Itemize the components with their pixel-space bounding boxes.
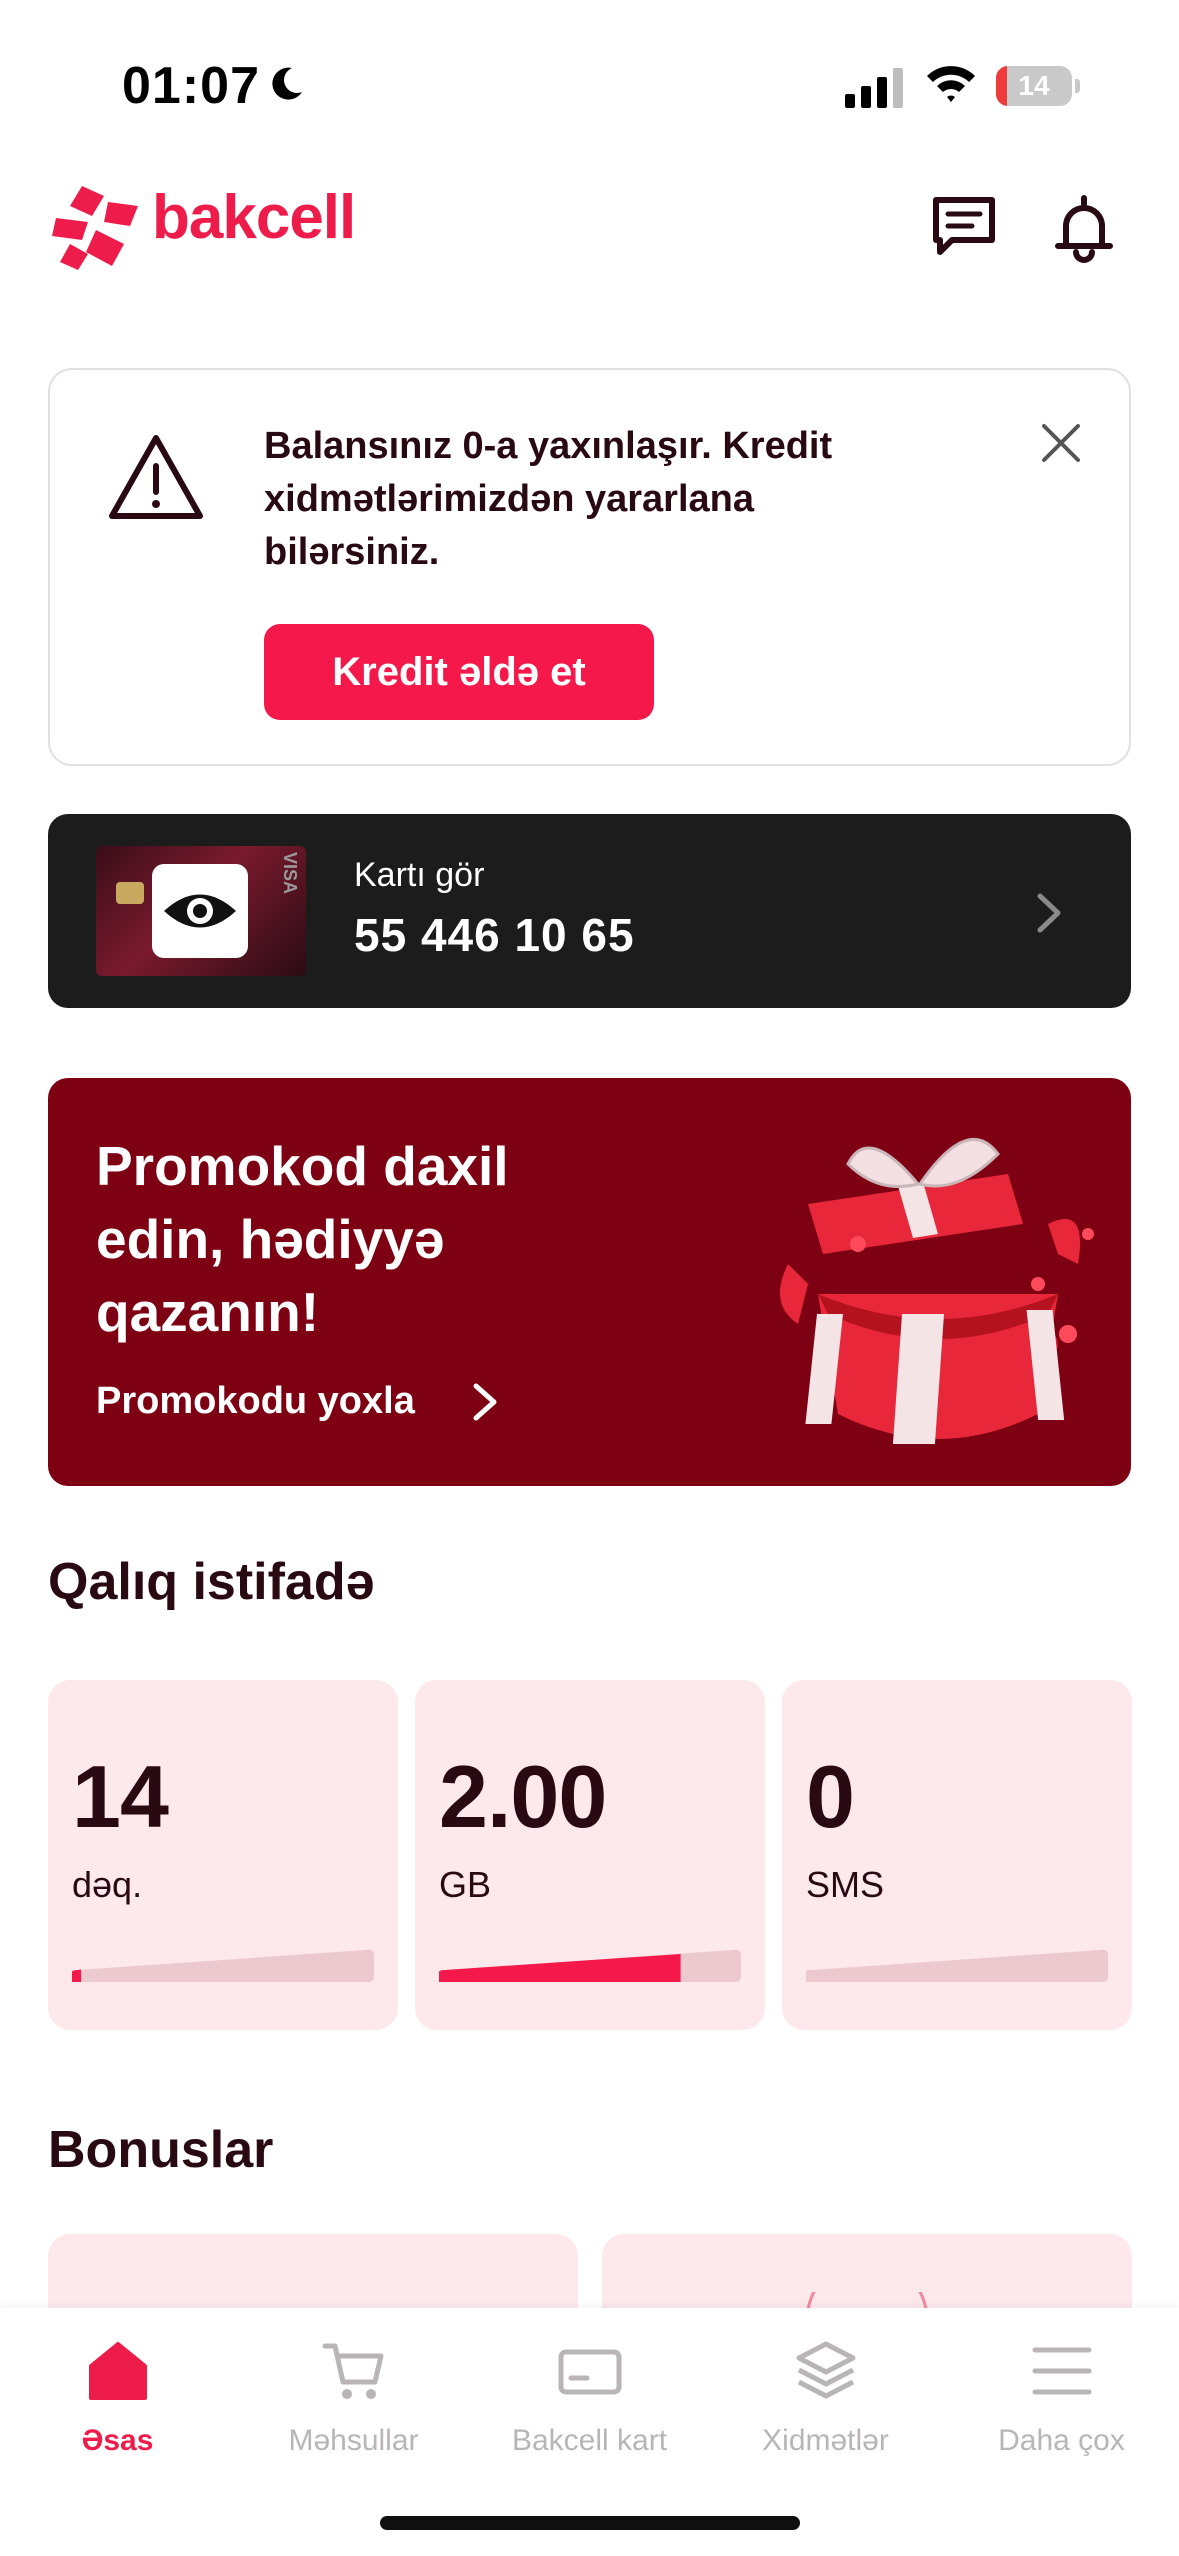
- get-credit-button[interactable]: Kredit əldə et: [264, 624, 654, 720]
- chevron-right-icon: [473, 1383, 497, 1421]
- card-label: Kartı gör: [354, 856, 485, 894]
- gift-box-icon: [780, 1137, 1094, 1444]
- tab-label: Məhsullar: [288, 2424, 419, 2457]
- tab-home[interactable]: Əsas: [0, 2328, 235, 2468]
- card-icon: [558, 2349, 622, 2395]
- wifi-icon: [927, 66, 975, 102]
- bakcell-logo-text: bakcell: [152, 183, 356, 252]
- usage-tile-minutes[interactable]: 14 dəq.: [48, 1680, 398, 2030]
- tab-services[interactable]: Xidmətlər: [708, 2328, 943, 2468]
- card-network: VISA: [280, 852, 300, 895]
- usage-unit: GB: [439, 1864, 492, 1905]
- status-time: 01:07: [122, 57, 260, 115]
- warning-icon: [109, 435, 203, 519]
- status-bar: 01:07 14: [0, 0, 1179, 160]
- cart-icon: [322, 2343, 384, 2399]
- bakcell-logo: bakcell: [52, 180, 392, 272]
- card-number: 55 446 10 65: [354, 909, 635, 961]
- tab-label: Əsas: [81, 2424, 154, 2457]
- chevron-right-icon: [1037, 893, 1061, 933]
- usage-tile-data[interactable]: 2.00 GB: [415, 1680, 765, 2030]
- usage-value: 0: [806, 1747, 855, 1846]
- usage-section-title: Qalıq istifadə: [48, 1553, 375, 1611]
- menu-icon: [1032, 2347, 1092, 2395]
- card-thumbnail: VISA: [96, 846, 306, 976]
- tab-products[interactable]: Məhsullar: [236, 2328, 471, 2468]
- usage-value: 2.00: [439, 1747, 607, 1846]
- view-card-row[interactable]: VISA Kartı gör 55 446 10 65: [48, 814, 1131, 1008]
- bonuses-section-title: Bonuslar: [48, 2121, 274, 2179]
- usage-progress-bar: [806, 1949, 1108, 1982]
- promo-banner[interactable]: Promokod daxil edin, hədiyyə qazanın! Pr…: [48, 1078, 1131, 1486]
- check-promo-link[interactable]: Promokodu yoxla: [96, 1380, 415, 1423]
- tab-label: Xidmətlər: [762, 2424, 889, 2457]
- bell-icon[interactable]: [1048, 192, 1120, 264]
- layers-icon: [796, 2341, 856, 2399]
- tab-more[interactable]: Daha çox: [944, 2328, 1179, 2468]
- card-chip-icon: [116, 882, 144, 904]
- usage-value: 14: [72, 1747, 169, 1846]
- tab-bakcell-card[interactable]: Bakcell kart: [472, 2328, 707, 2468]
- promo-title: Promokod daxil edin, hədiyyə qazanın!: [96, 1135, 509, 1343]
- usage-track: [72, 1949, 374, 1982]
- bakcell-logo-mark-icon: [52, 186, 138, 270]
- signal-icon: [845, 68, 903, 108]
- usage-tile-sms[interactable]: 0 SMS: [782, 1680, 1132, 2030]
- alert-message: Balansınız 0-a yaxınlaşır. Kredit xidmət…: [264, 425, 833, 573]
- usage-progress-bar: [439, 1949, 741, 1982]
- tab-label: Bakcell kart: [511, 2424, 668, 2457]
- chat-icon[interactable]: [928, 192, 1000, 264]
- low-balance-alert: Balansınız 0-a yaxınlaşır. Kredit xidmət…: [48, 368, 1131, 766]
- usage-unit: SMS: [806, 1864, 885, 1905]
- usage-fill: [439, 1954, 681, 1982]
- home-indicator: [380, 2516, 800, 2530]
- tab-label: Daha çox: [998, 2424, 1125, 2457]
- usage-track: [806, 1949, 1108, 1982]
- usage-fill: [72, 1969, 82, 1982]
- home-icon: [89, 2342, 147, 2400]
- close-icon[interactable]: [1038, 420, 1084, 466]
- battery-icon: 14: [996, 66, 1080, 106]
- moon-icon: [272, 67, 302, 100]
- battery-level: 14: [1018, 70, 1050, 101]
- eye-icon: [152, 864, 248, 958]
- usage-progress-bar: [72, 1949, 374, 1982]
- usage-unit: dəq.: [72, 1864, 143, 1905]
